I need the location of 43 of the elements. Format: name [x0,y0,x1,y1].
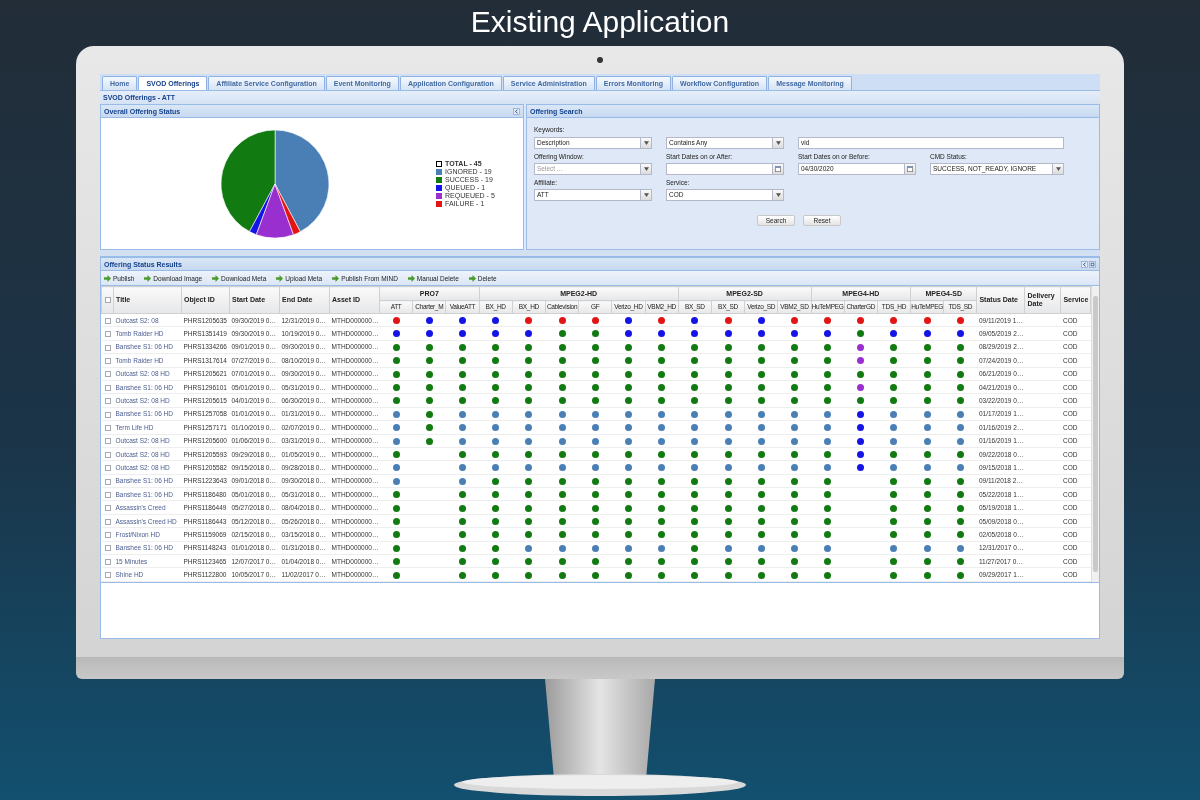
checkbox[interactable] [104,451,111,458]
maximize-icon[interactable] [1089,260,1096,268]
arrow-icon [144,274,152,282]
checkbox[interactable] [104,465,111,472]
date-field[interactable] [666,163,784,175]
arrow-icon [104,274,111,282]
checkbox[interactable] [104,384,111,391]
checkbox[interactable] [104,478,111,485]
camera-dot [597,57,603,63]
arrow-icon [276,274,284,282]
collapse-icon[interactable] [513,107,520,115]
checkbox[interactable] [104,532,111,539]
checkbox[interactable] [104,438,111,445]
checkbox[interactable] [104,411,111,418]
arrow-icon [407,274,415,282]
checkbox[interactable] [104,331,111,338]
checkbox[interactable] [104,344,111,351]
checkbox[interactable] [104,491,111,498]
caret-icon [643,141,649,145]
checkbox[interactable] [104,317,111,324]
caret-icon [775,193,781,197]
collapse-icon[interactable] [1081,260,1088,268]
checkbox[interactable] [104,545,111,552]
page-heading: Existing Application [470,4,730,40]
caret-icon [643,193,649,197]
checkbox[interactable] [104,358,111,364]
checkbox[interactable] [104,505,111,512]
caret-icon [1055,167,1061,171]
checkbox[interactable] [104,558,111,565]
checkbox[interactable] [104,518,111,525]
checkbox[interactable] [104,297,111,304]
checkbox[interactable] [104,424,111,431]
checkbox[interactable] [104,371,111,378]
checkbox[interactable] [104,398,111,405]
arrow-icon [212,274,220,282]
calendar-icon [907,166,913,172]
arrow-icon [468,274,476,282]
checkbox[interactable] [104,572,111,579]
caret-icon [643,167,649,171]
calendar-icon [775,166,781,172]
scrollbar[interactable] [1091,286,1100,582]
arrow-icon [332,274,340,282]
caret-icon [775,141,781,145]
